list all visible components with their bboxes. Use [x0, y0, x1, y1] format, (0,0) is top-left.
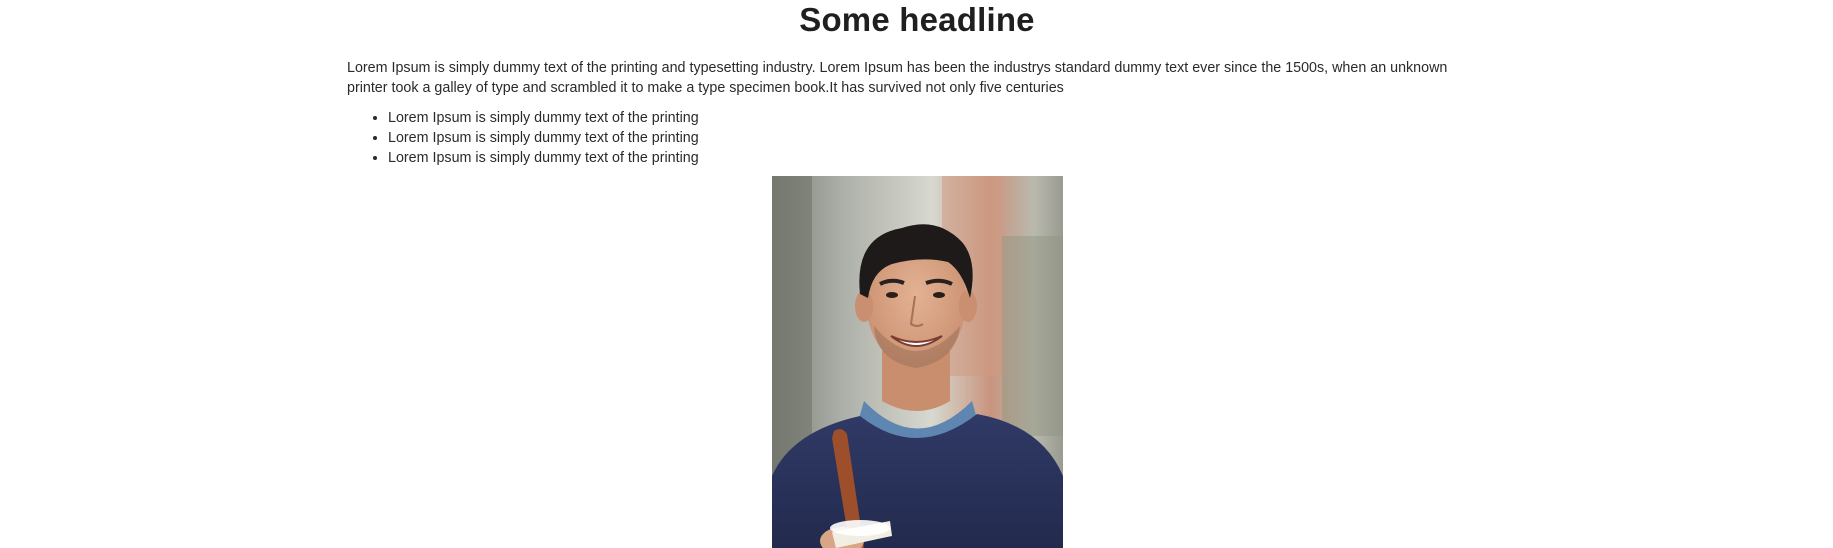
page-title: Some headline: [799, 1, 1035, 38]
portrait-illustration: [772, 176, 1063, 548]
page: Some headline Lorem Ipsum is simply dumm…: [0, 0, 1833, 548]
article-content: Some headline Lorem Ipsum is simply dumm…: [347, 0, 1487, 168]
portrait-photo: [772, 176, 1063, 548]
list-item: Lorem Ipsum is simply dummy text of the …: [388, 148, 1487, 168]
bullet-list: Lorem Ipsum is simply dummy text of the …: [347, 108, 1487, 168]
intro-paragraph: Lorem Ipsum is simply dummy text of the …: [347, 60, 1448, 96]
list-item: Lorem Ipsum is simply dummy text of the …: [388, 108, 1487, 128]
list-item: Lorem Ipsum is simply dummy text of the …: [388, 128, 1487, 148]
